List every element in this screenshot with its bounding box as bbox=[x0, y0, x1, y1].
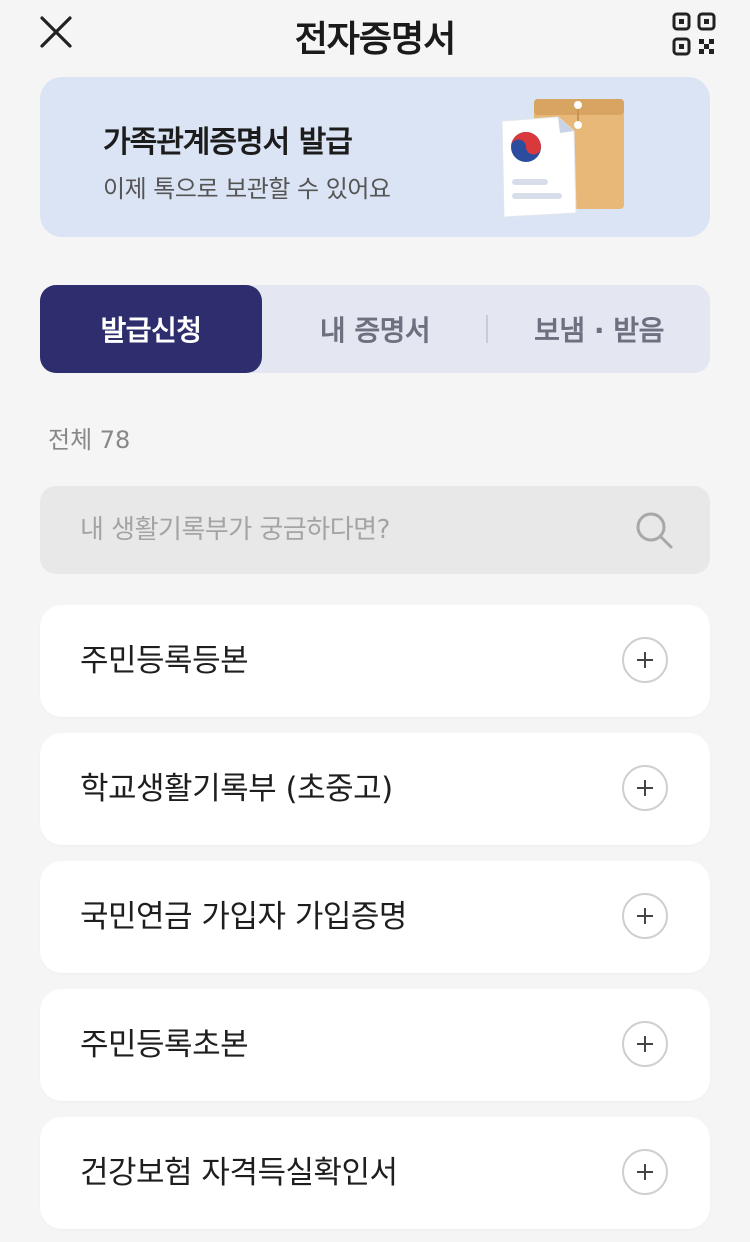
plus-icon bbox=[637, 652, 653, 668]
tab-issue-request[interactable]: 발급신청 bbox=[40, 285, 262, 373]
plus-icon bbox=[637, 1036, 653, 1052]
banner-title: 가족관계증명서 발급 bbox=[103, 125, 353, 160]
plus-icon bbox=[637, 908, 653, 924]
certificate-tabs: 발급신청 내 증명서 보냄 · 받음 bbox=[40, 285, 710, 373]
document-envelope-illustration bbox=[501, 99, 624, 218]
list-item-label: 건강보험 자격득실확인서 bbox=[80, 1155, 398, 1191]
plus-icon bbox=[637, 1164, 653, 1180]
total-count: 전체 78 bbox=[48, 426, 131, 454]
family-certificate-banner[interactable]: 가족관계증명서 발급 이제 톡으로 보관할 수 있어요 bbox=[40, 77, 710, 237]
tab-my-certificates[interactable]: 내 증명서 bbox=[264, 285, 486, 373]
add-button[interactable] bbox=[622, 765, 668, 811]
qr-code-button[interactable] bbox=[672, 12, 716, 56]
list-item-label: 주민등록등본 bbox=[80, 643, 249, 679]
qr-code-icon bbox=[672, 12, 716, 56]
add-button[interactable] bbox=[622, 1021, 668, 1067]
plus-icon bbox=[637, 780, 653, 796]
list-item[interactable]: 건강보험 자격득실확인서 bbox=[40, 1117, 710, 1229]
list-item[interactable]: 주민등록등본 bbox=[40, 605, 710, 717]
list-item[interactable]: 주민등록초본 bbox=[40, 989, 710, 1101]
list-item[interactable]: 학교생활기록부 (초중고) bbox=[40, 733, 710, 845]
list-item[interactable]: 국민연금 가입자 가입증명 bbox=[40, 861, 710, 973]
add-button[interactable] bbox=[622, 637, 668, 683]
list-item-label: 학교생활기록부 (초중고) bbox=[80, 771, 393, 807]
page-title: 전자증명서 bbox=[294, 19, 457, 60]
top-bar: 전자증명서 bbox=[0, 0, 750, 66]
search-field[interactable]: 내 생활기록부가 궁금하다면? bbox=[40, 486, 710, 574]
add-button[interactable] bbox=[622, 893, 668, 939]
list-item-label: 국민연금 가입자 가입증명 bbox=[80, 899, 407, 935]
tab-sent-received[interactable]: 보냄 · 받음 bbox=[488, 285, 710, 373]
list-item-label: 주민등록초본 bbox=[80, 1027, 249, 1063]
add-button[interactable] bbox=[622, 1149, 668, 1195]
banner-subtitle: 이제 톡으로 보관할 수 있어요 bbox=[103, 175, 391, 203]
search-placeholder: 내 생활기록부가 궁금하다면? bbox=[80, 515, 390, 545]
search-icon[interactable] bbox=[634, 510, 674, 550]
